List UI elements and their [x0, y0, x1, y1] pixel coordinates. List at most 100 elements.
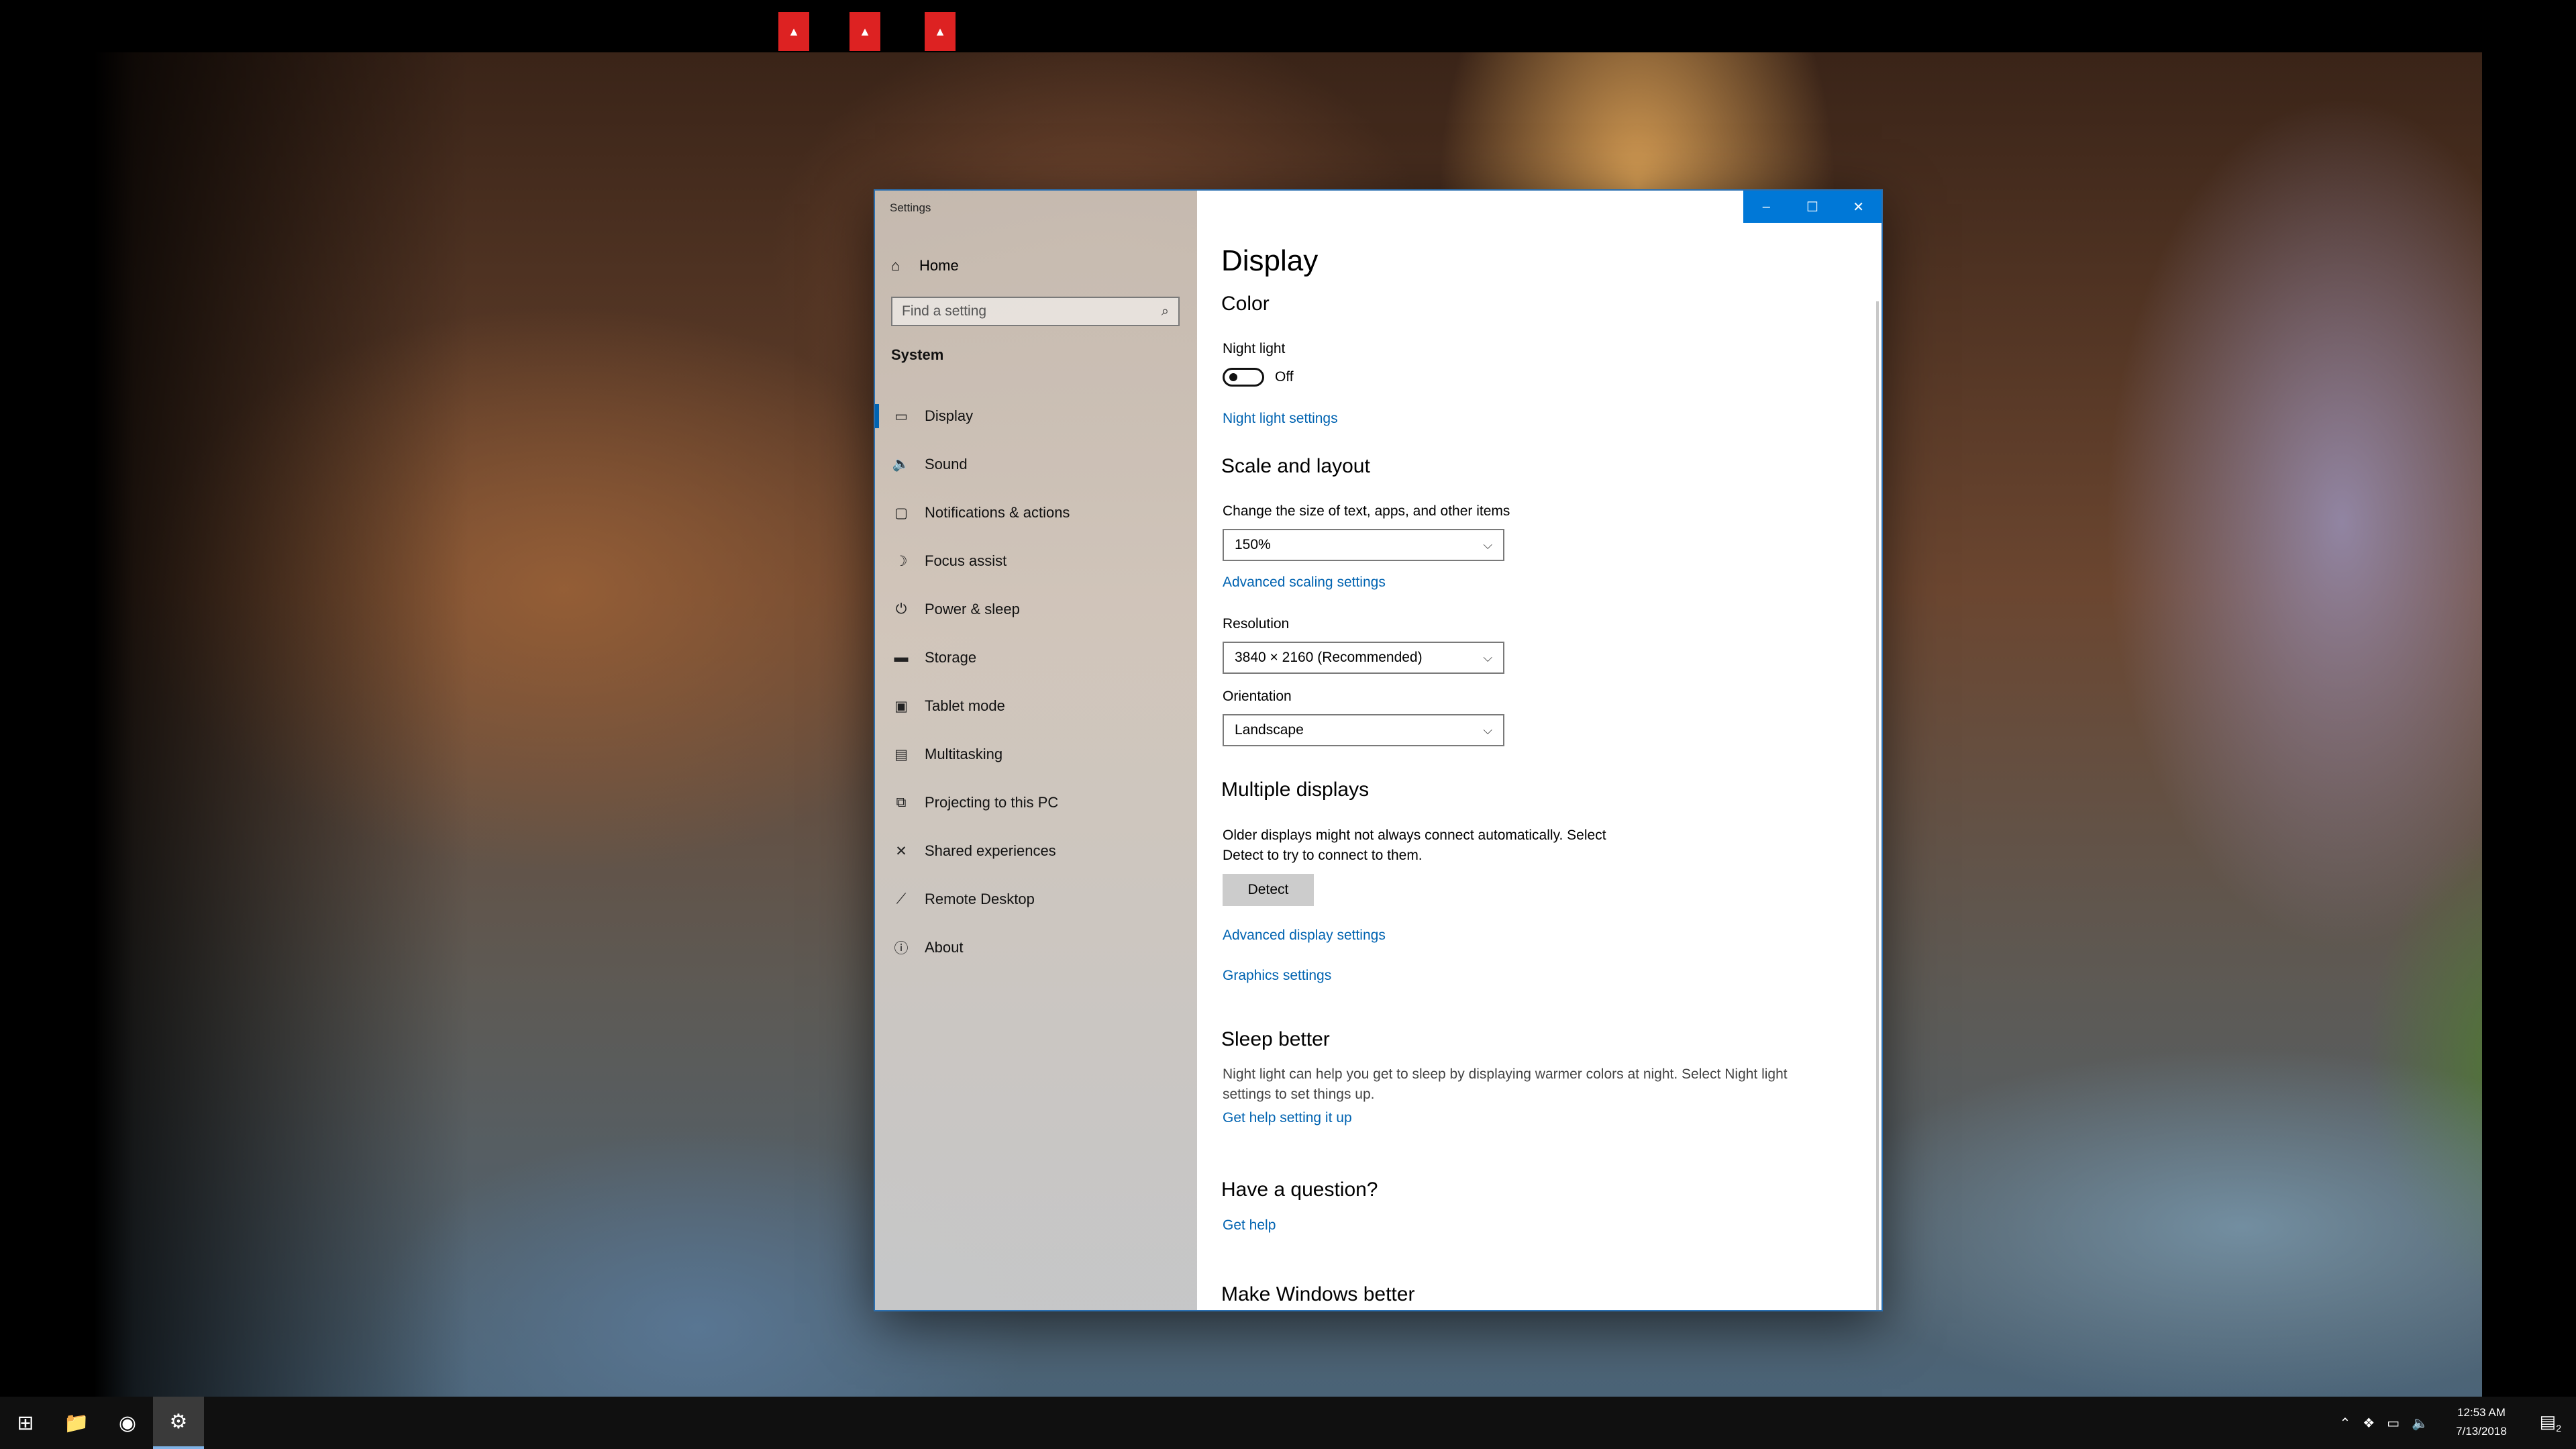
sidebar-item-label: Remote Desktop [925, 891, 1035, 907]
scale-heading: Scale and layout [1221, 455, 1370, 477]
desktop-pdf-icon[interactable]: ▲ [849, 12, 880, 51]
window-title: Settings [890, 201, 931, 214]
question-heading: Have a question? [1221, 1179, 1378, 1201]
sidebar-item-label: Display [925, 407, 974, 424]
info-icon: ⓘ [894, 941, 909, 956]
clock-date: 7/13/2018 [2456, 1425, 2507, 1438]
night-light-toggle[interactable] [1223, 368, 1264, 387]
caption-buttons: – ☐ ✕ [1743, 191, 1882, 223]
sidebar-item-focus-assist[interactable]: ☽ Focus assist [875, 537, 1197, 585]
dropbox-icon[interactable]: ❖ [2363, 1415, 2375, 1432]
network-icon[interactable]: ▭ [2387, 1415, 2400, 1432]
multitasking-icon: ▤ [894, 746, 908, 762]
tablet-icon: ▣ [894, 698, 908, 714]
scale-label: Change the size of text, apps, and other… [1223, 503, 1510, 519]
sidebar-item-label: Multitasking [925, 746, 1003, 762]
notification-count: 2 [2556, 1423, 2561, 1434]
description-line: settings to set things up. [1223, 1087, 1375, 1102]
projector-icon: ⧉ [896, 795, 907, 810]
sidebar-item-notifications-actions[interactable]: ▢ Notifications & actions [875, 489, 1197, 537]
system-tray: ⌃ ❖ ▭ 🔈 [2339, 1397, 2428, 1449]
sidebar-item-label: Sound [925, 456, 968, 472]
moon-icon: ☽ [894, 553, 908, 569]
file-explorer-icon[interactable]: 📁 [51, 1397, 102, 1449]
storage-icon: ▬ [894, 650, 909, 665]
volume-icon[interactable]: 🔈 [2412, 1415, 2428, 1432]
settings-window: Settings ⌂ Home Find a setting ⌕ System … [875, 191, 1882, 1310]
get-help-link[interactable]: Get help [1223, 1217, 1276, 1234]
display-icon: ▭ [894, 408, 908, 424]
chevron-down-icon: ⌵ [1483, 650, 1492, 664]
sidebar-item-remote-desktop[interactable]: ⟋ Remote Desktop [875, 875, 1197, 923]
resolution-value: 3840 × 2160 (Recommended) [1235, 650, 1423, 665]
scale-value: 150% [1235, 537, 1271, 552]
home-nav[interactable]: ⌂ Home [891, 252, 1186, 279]
start-icon[interactable]: ⊞ [0, 1397, 51, 1449]
night-light-settings-link[interactable]: Night light settings [1223, 411, 1338, 427]
desktop-pdf-icon[interactable]: ▲ [778, 12, 809, 51]
sidebar-item-label: Notifications & actions [925, 504, 1070, 521]
detect-button[interactable]: Detect [1223, 874, 1314, 906]
shared-icon: ✕ [895, 843, 907, 859]
action-center-icon[interactable]: ▤2 [2540, 1411, 2561, 1434]
night-light-state: Off [1275, 369, 1294, 385]
sidebar-item-label: Tablet mode [925, 697, 1005, 714]
orientation-dropdown[interactable]: Landscape ⌵ [1223, 714, 1504, 746]
desktop-pdf-icon[interactable]: ▲ [925, 12, 956, 51]
night-light-label: Night light [1223, 341, 1286, 356]
close-button[interactable]: ✕ [1835, 191, 1882, 223]
multiple-displays-description: Older displays might not always connect … [1223, 826, 1606, 866]
color-heading: Color [1221, 293, 1270, 315]
sidebar-item-storage[interactable]: ▬ Storage [875, 634, 1197, 682]
sidebar-item-label: Focus assist [925, 552, 1007, 569]
sidebar-item-label: Storage [925, 649, 977, 666]
taskbar: ⊞ 📁 ◉ ⚙ ⌃ ❖ ▭ 🔈 12:53 AM 7/13/2018 ▤2 [0, 1397, 2576, 1449]
sidebar-item-label: About [925, 939, 964, 956]
multiple-displays-heading: Multiple displays [1221, 779, 1370, 801]
description-line: Night light can help you get to sleep by… [1223, 1066, 1788, 1082]
advanced-display-settings-link[interactable]: Advanced display settings [1223, 928, 1386, 944]
search-placeholder: Find a setting [902, 303, 987, 319]
power-icon: ⏻ [895, 601, 907, 617]
sidebar-item-label: Projecting to this PC [925, 794, 1059, 811]
sidebar-item-about[interactable]: ⓘ About [875, 923, 1197, 972]
chevron-up-icon[interactable]: ⌃ [2339, 1415, 2351, 1432]
system-nav-list: ▭ Display 🔈 Sound ▢ Notifications & actions ☽ F… [875, 392, 1197, 972]
night-light-toggle-row: Off [1223, 368, 1294, 387]
advanced-scaling-link[interactable]: Advanced scaling settings [1223, 574, 1386, 591]
section-heading: System [891, 346, 944, 363]
speaker-icon: 🔈 [892, 456, 911, 472]
description-line: Detect to try to connect to them. [1223, 848, 1423, 863]
sidebar-item-shared-experiences[interactable]: ✕ Shared experiences [875, 827, 1197, 875]
orientation-label: Orientation [1223, 689, 1292, 704]
sidebar-item-display[interactable]: ▭ Display [875, 392, 1197, 440]
sidebar-item-multitasking[interactable]: ▤ Multitasking [875, 730, 1197, 779]
sidebar-item-label: Power & sleep [925, 601, 1020, 617]
page-title: Display [1221, 244, 1319, 277]
graphics-settings-link[interactable]: Graphics settings [1223, 968, 1331, 984]
sidebar-item-power-sleep[interactable]: ⏻ Power & sleep [875, 585, 1197, 634]
sleep-help-link[interactable]: Get help setting it up [1223, 1110, 1352, 1126]
chrome-icon[interactable]: ◉ [102, 1397, 153, 1449]
sleep-better-heading: Sleep better [1221, 1028, 1330, 1050]
notification-icon: ▢ [894, 505, 908, 521]
description-line: Older displays might not always connect … [1223, 828, 1606, 843]
minimize-button[interactable]: – [1743, 191, 1790, 223]
resolution-dropdown[interactable]: 3840 × 2160 (Recommended) ⌵ [1223, 642, 1504, 674]
chevron-down-icon: ⌵ [1483, 723, 1492, 737]
display-page: – ☐ ✕ Display Color Night light Off Nigh… [1197, 191, 1882, 1310]
settings-gear-icon[interactable]: ⚙ [153, 1397, 204, 1449]
sidebar-item-tablet-mode[interactable]: ▣ Tablet mode [875, 682, 1197, 730]
resolution-label: Resolution [1223, 616, 1290, 632]
search-input[interactable]: Find a setting ⌕ [891, 297, 1180, 326]
maximize-button[interactable]: ☐ [1790, 191, 1836, 223]
scrollbar[interactable] [1876, 301, 1879, 1310]
sleep-better-description: Night light can help you get to sleep by… [1223, 1064, 1788, 1105]
settings-sidebar: Settings ⌂ Home Find a setting ⌕ System … [875, 191, 1197, 1310]
clock-time: 12:53 AM [2457, 1406, 2506, 1419]
scale-dropdown[interactable]: 150% ⌵ [1223, 529, 1504, 561]
clock[interactable]: 12:53 AM 7/13/2018 [2444, 1403, 2518, 1441]
chevron-down-icon: ⌵ [1483, 538, 1492, 552]
sidebar-item-sound[interactable]: 🔈 Sound [875, 440, 1197, 489]
sidebar-item-projecting-to-this-pc[interactable]: ⧉ Projecting to this PC [875, 779, 1197, 827]
